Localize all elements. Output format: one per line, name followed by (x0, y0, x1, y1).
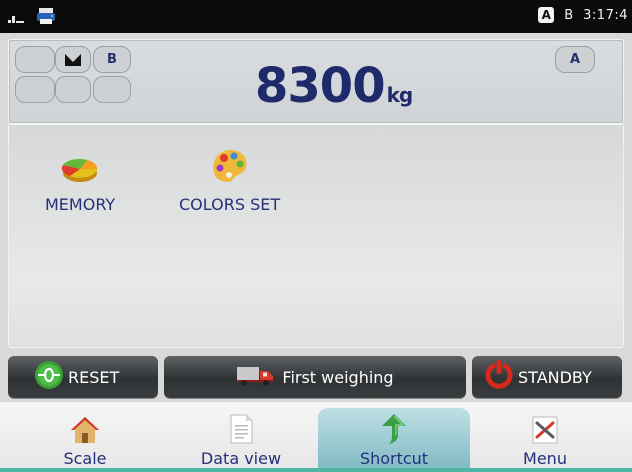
first-weighing-label: First weighing (282, 367, 394, 387)
status-bar: A B 3:17:4 (0, 0, 632, 33)
motion-indicator (55, 46, 91, 73)
bottom-nav: Scale Data view Shortcut Menu (0, 402, 632, 472)
nav-label: Data view (200, 449, 282, 468)
shortcut-label: COLORS SET (179, 195, 281, 214)
nav-label: Menu (523, 449, 567, 468)
nav-label: Scale (63, 449, 107, 468)
printer-icon (36, 7, 56, 29)
memory-pie-icon (60, 151, 100, 189)
nav-item-scale[interactable]: Scale (40, 408, 130, 472)
nav-item-menu[interactable]: Menu (495, 408, 595, 472)
weight-display: 8300 kg (255, 58, 414, 114)
reset-label: RESET (68, 367, 120, 387)
nav-label: Shortcut (359, 449, 429, 468)
reset-zero-icon (34, 360, 64, 394)
action-bar: RESET First weighing STANDBY (8, 356, 624, 400)
document-icon (228, 413, 254, 449)
weight-panel: B 8300 kg A (8, 39, 624, 124)
indicator-b: B (93, 46, 131, 73)
indicator-empty (15, 76, 55, 103)
weight-unit: kg (386, 83, 414, 107)
nav-bottom-accent (0, 468, 632, 472)
standby-label: STANDBY (518, 367, 592, 387)
reset-button[interactable]: RESET (8, 356, 158, 398)
signal-icon (8, 9, 26, 28)
status-icons (8, 7, 56, 29)
clock: 3:17:4 (583, 7, 628, 23)
indicator-empty (93, 76, 131, 103)
standby-button[interactable]: STANDBY (472, 356, 622, 398)
indicator-a: A (555, 46, 595, 73)
motion-icon (65, 53, 81, 66)
status-right: A B 3:17:4 (538, 7, 628, 23)
power-icon (484, 359, 514, 395)
arrow-shortcut-icon (380, 413, 408, 449)
indicator-empty (55, 76, 91, 103)
shortcut-memory[interactable]: MEMORY (45, 151, 115, 214)
first-weighing-button[interactable]: First weighing (164, 356, 466, 398)
range-a-badge: A (538, 7, 555, 23)
shortcut-area: MEMORY COLORS SET (8, 124, 624, 348)
nav-item-data-view[interactable]: Data view (183, 408, 299, 472)
weight-value: 8300 (255, 58, 386, 114)
house-icon (70, 415, 100, 449)
nav-item-shortcut[interactable]: Shortcut (318, 408, 470, 472)
range-b-label: B (564, 7, 574, 23)
shortcut-label: MEMORY (45, 195, 116, 214)
truck-icon (236, 363, 274, 391)
palette-icon (210, 147, 250, 189)
shortcut-colors-set[interactable]: COLORS SET (179, 147, 280, 214)
indicator-empty (15, 46, 55, 73)
tools-icon (529, 415, 561, 449)
